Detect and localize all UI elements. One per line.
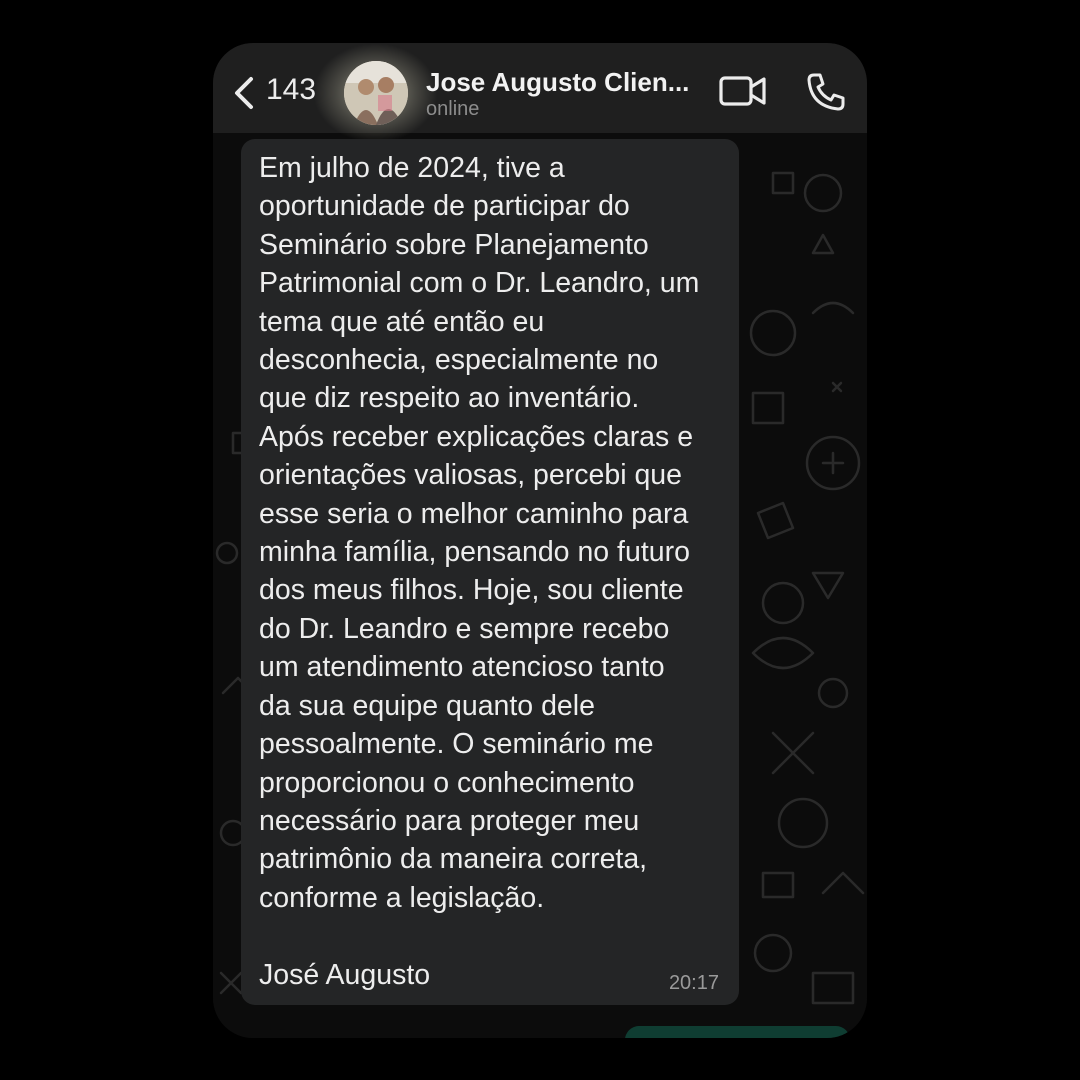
- back-button[interactable]: [227, 73, 261, 113]
- phone-icon: [807, 73, 845, 111]
- avatar-photo: [344, 61, 408, 125]
- video-call-button[interactable]: [718, 73, 768, 109]
- contact-name[interactable]: Jose Augusto Clien...: [426, 67, 689, 98]
- chevron-left-icon: [235, 77, 253, 109]
- video-camera-icon: [719, 76, 766, 106]
- outgoing-message-bubble[interactable]: [625, 1026, 850, 1038]
- incoming-message-bubble[interactable]: Em julho de 2024, tive a oportunidade de…: [241, 139, 739, 1005]
- voice-call-button[interactable]: [805, 71, 847, 113]
- message-text: Em julho de 2024, tive a oportunidade de…: [259, 152, 700, 991]
- contact-status: online: [426, 98, 480, 120]
- message-time: 20:17: [668, 972, 719, 994]
- unread-count[interactable]: 143: [266, 73, 316, 107]
- chat-header: 143 Jose Augusto Clien... online: [213, 43, 867, 143]
- contact-avatar[interactable]: [344, 61, 408, 125]
- phone-screen: 143 Jose Augusto Clien... online Em julh…: [213, 43, 867, 1038]
